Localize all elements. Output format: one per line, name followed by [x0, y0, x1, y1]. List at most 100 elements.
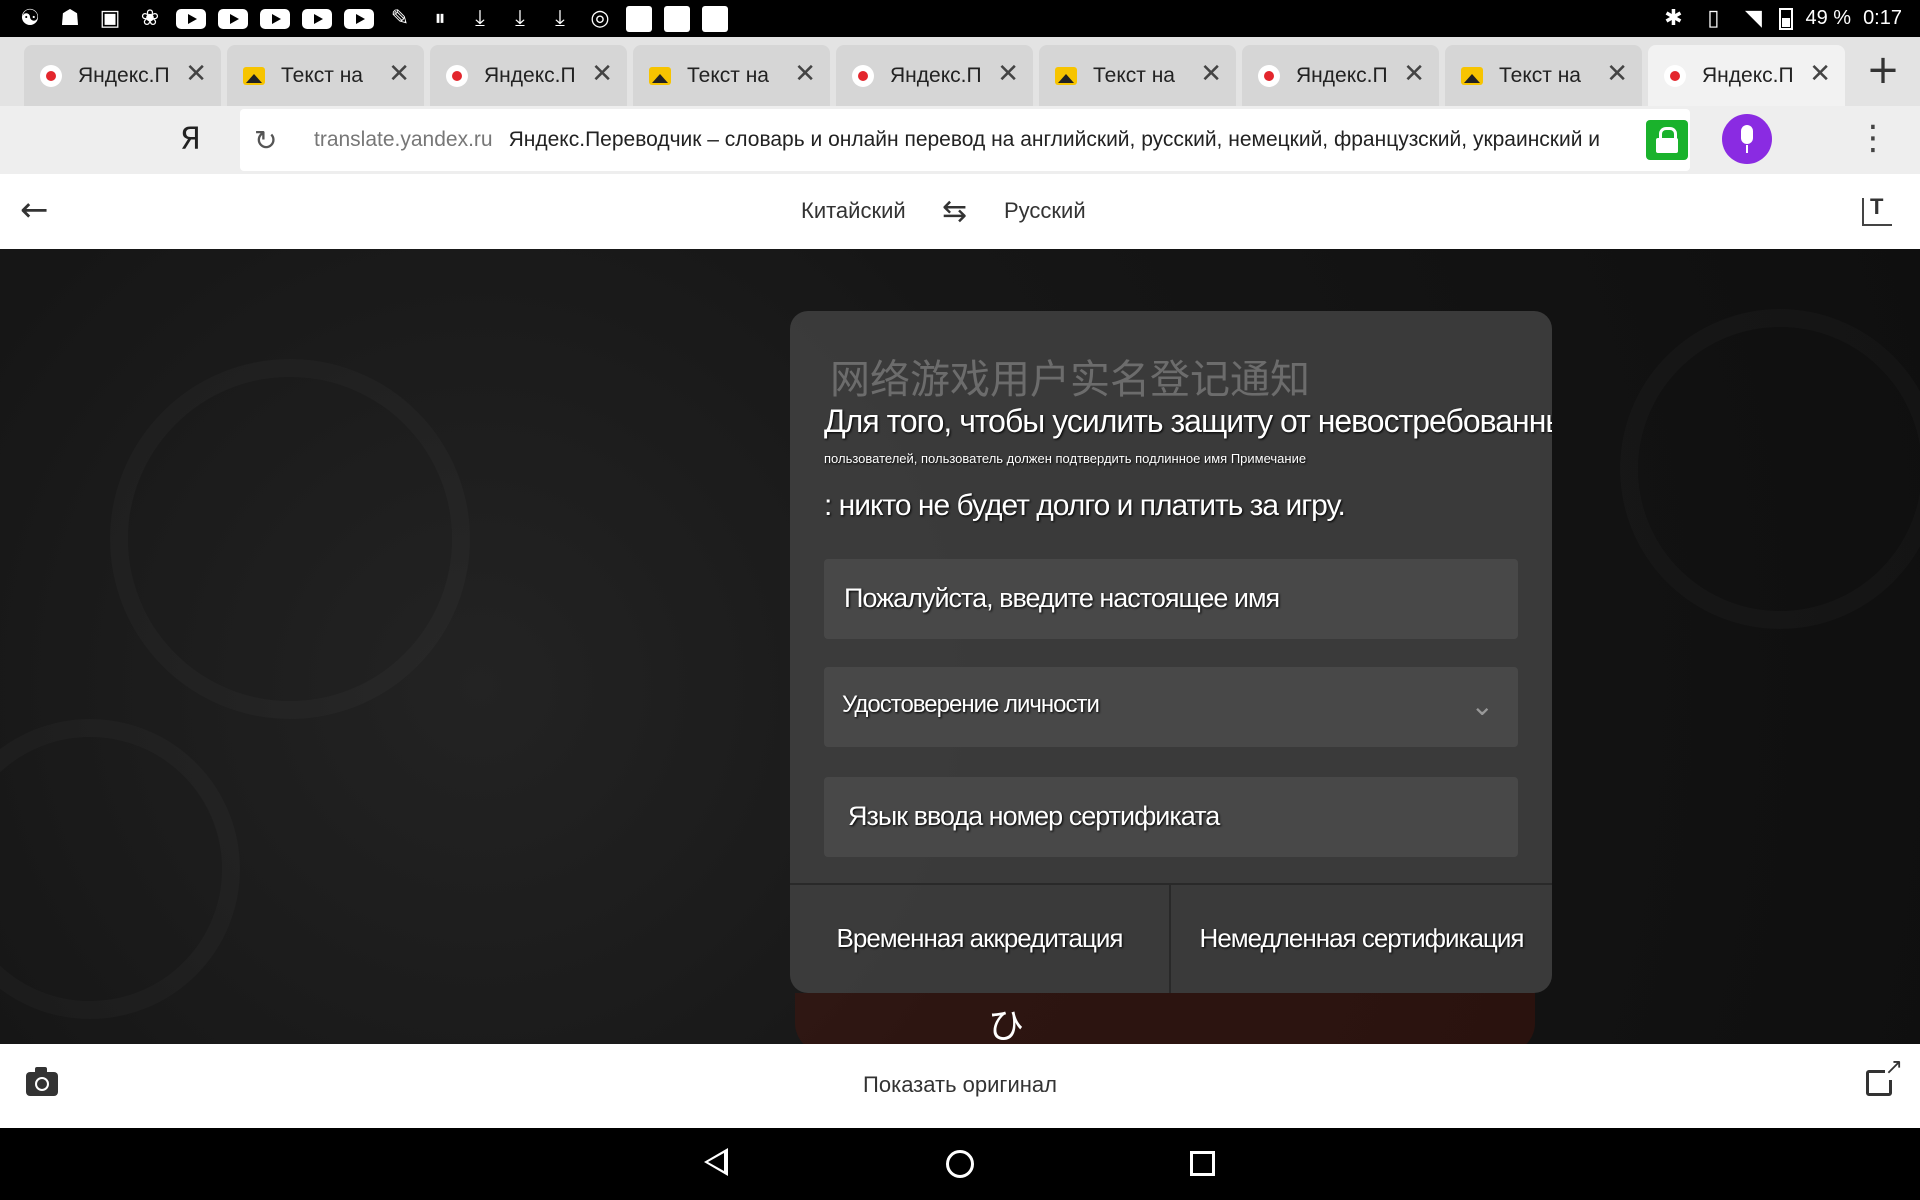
- swap-languages-icon[interactable]: ⇆: [942, 194, 967, 229]
- close-tab-icon[interactable]: ✕: [591, 61, 613, 87]
- image-favicon-icon: [1461, 66, 1483, 85]
- translated-image: ひ 网络游戏用户实名登记通知 Для того, чтобы усилить з…: [0, 249, 1920, 1044]
- yandex-favicon-icon: [40, 64, 62, 87]
- close-tab-icon[interactable]: ✕: [185, 61, 207, 87]
- source-language-button[interactable]: Китайский: [801, 198, 906, 224]
- download-icon: ⤓: [515, 6, 525, 31]
- broom-icon: ✎: [390, 6, 410, 31]
- youtube-icon: [302, 8, 332, 29]
- square-icon: [664, 5, 690, 32]
- image-favicon-icon: [1055, 66, 1077, 85]
- certificate-number-placeholder: Язык ввода номер сертификата: [848, 801, 1220, 831]
- tab-title: Яндекс.П: [78, 63, 170, 87]
- dialog-decoration: [795, 993, 1535, 1044]
- battery-icon: [1779, 7, 1794, 30]
- sync-icon: ☯: [20, 6, 40, 31]
- close-tab-icon[interactable]: ✕: [1200, 61, 1222, 87]
- close-tab-icon[interactable]: ✕: [997, 61, 1019, 87]
- image-favicon-icon: [243, 66, 265, 85]
- original-title: 网络游戏用户实名登记通知: [830, 357, 1310, 403]
- browser-tab[interactable]: Яндекс.П ✕: [1648, 45, 1845, 106]
- download-icon: ⤓: [555, 6, 565, 31]
- close-tab-icon[interactable]: ✕: [388, 61, 410, 87]
- status-bar: ☯ ☗ ▣ ❀ ✎ ⏸ ⤓ ⤓ ⤓ ◎ ✱ ▯ ◥ 49 % 0:17: [0, 0, 1920, 37]
- browser-tab[interactable]: Яндекс.П ✕: [430, 45, 627, 106]
- translated-text-line: : никто не будет долго и платить за игру…: [824, 489, 1346, 522]
- nav-home-icon[interactable]: [946, 1150, 974, 1178]
- chevron-down-icon: ⌄: [1470, 689, 1494, 722]
- bluetooth-icon: ✱: [1664, 6, 1683, 31]
- status-right: ✱ ▯ ◥ 49 % 0:17: [1659, 0, 1902, 37]
- pause-icon: ⏸: [434, 6, 446, 31]
- real-name-placeholder: Пожалуйста, введите настоящее имя: [844, 583, 1280, 613]
- yandex-logo[interactable]: Я: [180, 122, 201, 157]
- immediate-certification-label: Немедленная сертификация: [1199, 923, 1525, 953]
- youtube-icon: [260, 8, 290, 29]
- nav-back-icon[interactable]: [704, 1148, 728, 1176]
- new-tab-button[interactable]: +: [1860, 47, 1906, 93]
- menu-button[interactable]: ⋮: [1856, 118, 1890, 158]
- yandex-favicon-icon: [1664, 64, 1686, 87]
- close-tab-icon[interactable]: ✕: [1403, 61, 1425, 87]
- background-pattern: [0, 719, 240, 1019]
- notification-icons: ☯ ☗ ▣ ❀ ✎ ⏸ ⤓ ⤓ ⤓ ◎: [0, 5, 728, 32]
- download-icon: ⤓: [475, 6, 485, 31]
- game-dialog: 网络游戏用户实名登记通知 Для того, чтобы усилить защ…: [790, 311, 1552, 993]
- certificate-number-field: Язык ввода номер сертификата: [824, 777, 1518, 857]
- square-icon: [626, 5, 652, 32]
- temporary-accreditation-button: Временная аккредитация: [790, 885, 1171, 993]
- paw-icon: ❀: [140, 6, 160, 31]
- square-icon: [702, 5, 728, 32]
- browser-tab[interactable]: Яндекс.П ✕: [836, 45, 1033, 106]
- translated-text-line: Для того, чтобы усилить защиту от невост…: [824, 403, 1552, 439]
- share-icon[interactable]: [1866, 1055, 1903, 1096]
- address-bar: Я ↻ translate.yandex.ru Яндекс.Переводчи…: [0, 106, 1920, 174]
- dialog-buttons: Временная аккредитация Немедленная серти…: [790, 883, 1552, 993]
- youtube-icon: [176, 8, 206, 29]
- close-tab-icon[interactable]: ✕: [794, 61, 816, 87]
- show-original-button[interactable]: Показать оригинал: [0, 1072, 1920, 1098]
- bottom-toolbar: Показать оригинал: [0, 1044, 1920, 1128]
- browser-tab[interactable]: Текст на ✕: [633, 45, 830, 106]
- immediate-certification-button: Немедленная сертификация: [1171, 885, 1552, 993]
- back-arrow-icon[interactable]: ←: [20, 190, 49, 230]
- tab-title: Яндекс.П: [484, 63, 576, 87]
- browser-tab[interactable]: Яндекс.П ✕: [24, 45, 221, 106]
- lock-icon[interactable]: [1646, 120, 1688, 160]
- text-mode-icon[interactable]: [1862, 194, 1892, 226]
- target-language-button[interactable]: Русский: [1004, 198, 1086, 224]
- tab-title: Текст на: [1499, 63, 1581, 87]
- background-pattern: [1620, 309, 1920, 629]
- clock: 0:17: [1863, 7, 1902, 29]
- tab-title: Яндекс.П: [890, 63, 982, 87]
- reload-icon[interactable]: ↻: [254, 124, 284, 157]
- tab-title: Текст на: [687, 63, 769, 87]
- battery-level: 49 %: [1805, 7, 1852, 29]
- url-field[interactable]: ↻ translate.yandex.ru Яндекс.Переводчик …: [240, 109, 1690, 171]
- browser-tab[interactable]: Текст на ✕: [227, 45, 424, 106]
- yandex-favicon-icon: [1258, 64, 1280, 87]
- microphone-button[interactable]: [1722, 114, 1772, 164]
- close-tab-icon[interactable]: ✕: [1809, 61, 1831, 87]
- image-favicon-icon: [649, 66, 671, 85]
- vibrate-icon: ▯: [1707, 6, 1720, 31]
- browser-tab[interactable]: Текст на ✕: [1039, 45, 1236, 106]
- close-tab-icon[interactable]: ✕: [1606, 61, 1628, 87]
- document-type-select: Удостоверение личности ⌄: [824, 667, 1518, 747]
- instagram-icon: ◎: [590, 6, 610, 31]
- nav-recents-icon[interactable]: [1190, 1151, 1215, 1176]
- tab-strip: Яндекс.П ✕ Текст на ✕ Яндекс.П ✕ Текст на ✕ Янде…: [0, 37, 1920, 106]
- decoration-mark: ひ: [988, 1006, 1025, 1044]
- robot-icon: ☗: [60, 6, 80, 31]
- wifi-icon: ◥: [1745, 6, 1762, 31]
- url-domain: translate.yandex.ru: [314, 128, 493, 151]
- image-icon: ▣: [99, 6, 121, 31]
- browser-tab[interactable]: Текст на ✕: [1445, 45, 1642, 106]
- url-page-title: Яндекс.Переводчик – словарь и онлайн пер…: [508, 128, 1601, 151]
- real-name-field: Пожалуйста, введите настоящее имя: [824, 559, 1518, 639]
- tab-title: Текст на: [1093, 63, 1175, 87]
- browser-tab[interactable]: Яндекс.П ✕: [1242, 45, 1439, 106]
- youtube-icon: [218, 8, 248, 29]
- youtube-icon: [344, 8, 374, 29]
- background-pattern: [110, 359, 470, 719]
